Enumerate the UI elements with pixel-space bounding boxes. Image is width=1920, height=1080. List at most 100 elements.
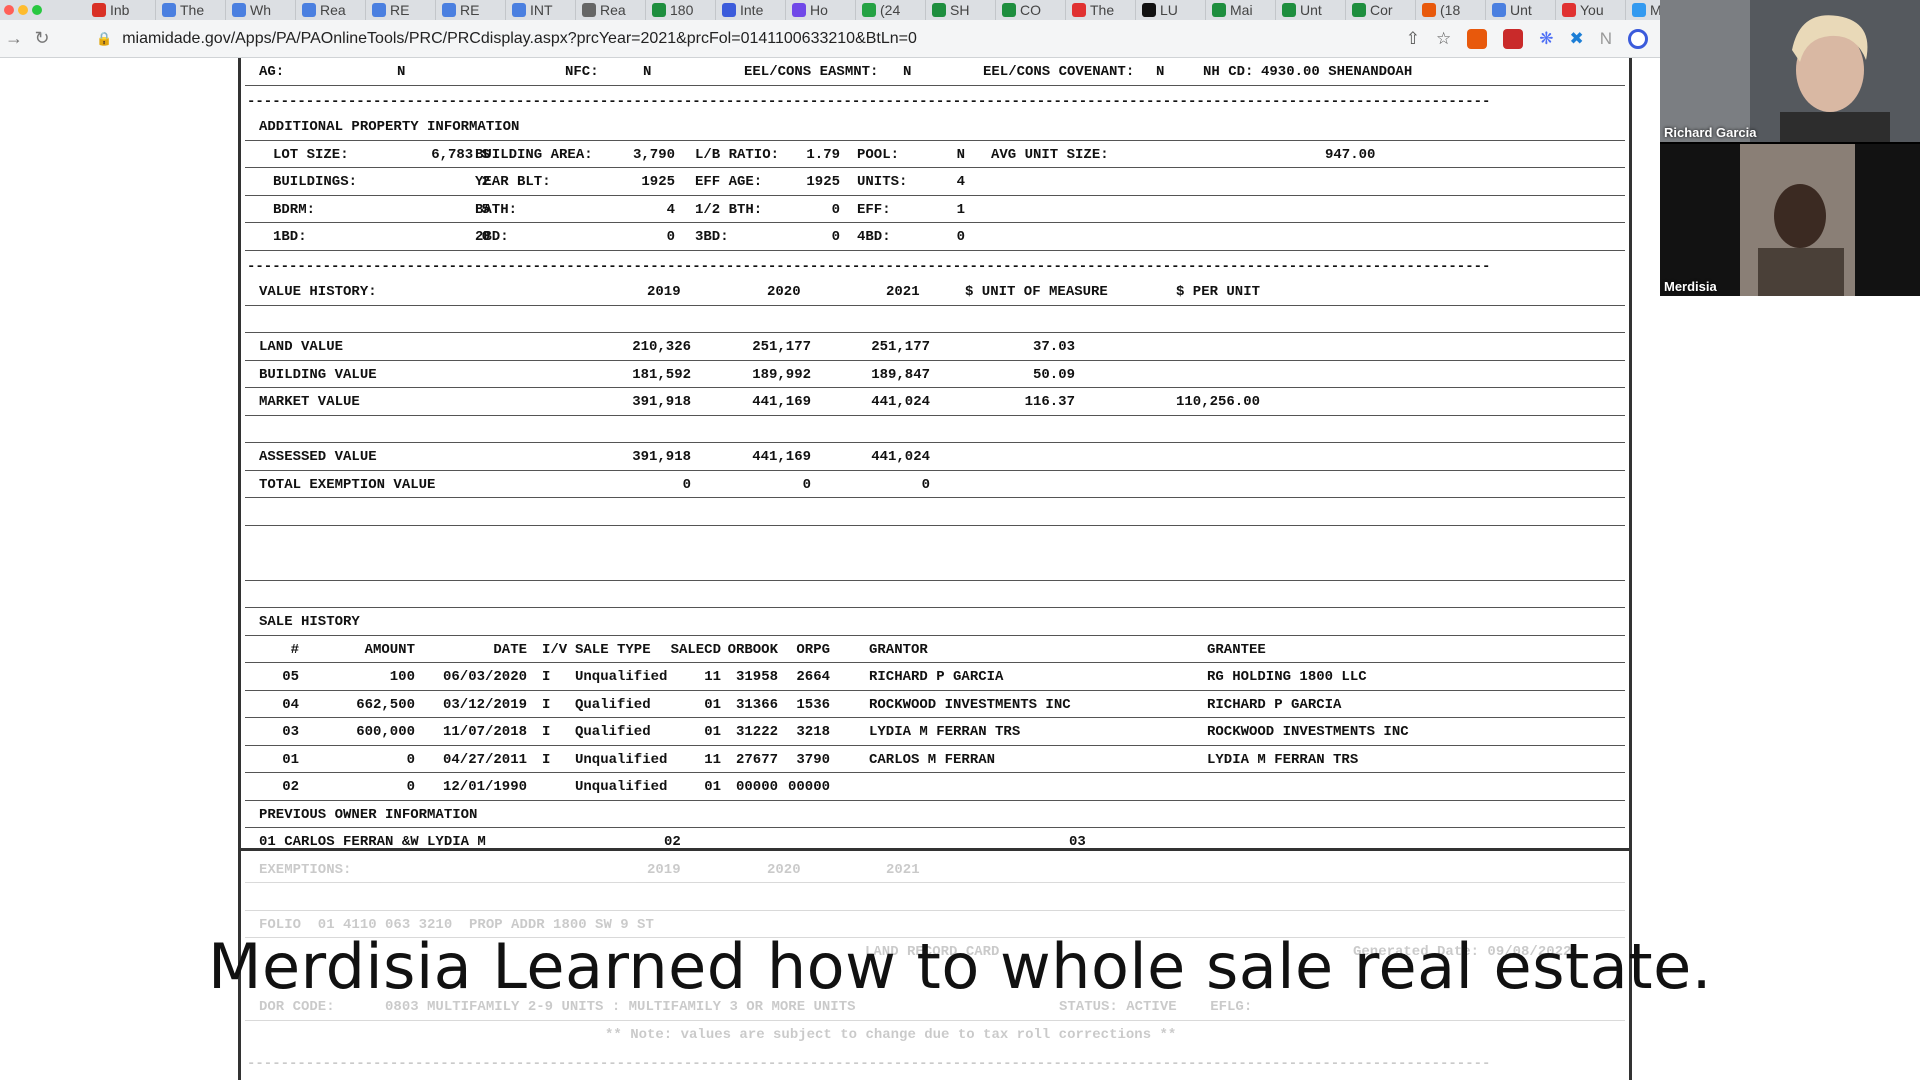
browser-tab[interactable]: Ho [786, 0, 856, 20]
field-value: 0 [831, 229, 840, 245]
tab-favicon-icon [302, 3, 316, 17]
blank-row [245, 883, 1625, 911]
browser-tab[interactable]: 180 [646, 0, 716, 20]
tab-label: The [1090, 2, 1115, 18]
value-amount: 251,177 [752, 339, 811, 355]
browser-tab[interactable]: CO [996, 0, 1066, 20]
section-border [241, 848, 1629, 851]
table-cell: 04/27/2011 [442, 751, 527, 768]
browser-tab[interactable]: You [1556, 0, 1626, 20]
minimize-window-button[interactable] [18, 5, 28, 15]
field-label: BUILDING AREA: [475, 146, 593, 163]
nh-cd-value: 4930.00 SHENANDOAH [1261, 64, 1413, 80]
browser-tab[interactable]: (24 [856, 0, 926, 20]
browser-tab[interactable]: Rea [576, 0, 646, 20]
nfc-label: NFC: [565, 64, 599, 80]
value-amount: 251,177 [871, 339, 930, 355]
table-cell: 04 [282, 696, 299, 713]
tab-label: Cor [1370, 2, 1393, 18]
participant-tile[interactable]: Richard Garcia [1660, 0, 1920, 142]
browser-tab[interactable]: Unt [1486, 0, 1556, 20]
field-value: 4 [666, 201, 675, 218]
tab-label: Ho [810, 2, 828, 18]
table-cell: CARLOS M FERRAN [869, 751, 996, 768]
value-amount: 441,024 [871, 449, 930, 465]
browser-tab[interactable]: Mai [1206, 0, 1276, 20]
lock-icon[interactable]: 🔒 [96, 31, 112, 47]
table-cell: 00000 [735, 779, 778, 795]
participant-name: Merdisia [1664, 279, 1717, 294]
tab-favicon-icon [1632, 3, 1646, 17]
value-amount: 0 [682, 476, 691, 493]
browser-tab[interactable]: RE [366, 0, 436, 20]
browser-tabs: Inb The Wh Rea RE RE INT Rea 180 Inte Ho (24 SH CO The… [86, 0, 1660, 20]
tab-label: Rea [320, 2, 346, 18]
browser-tab[interactable]: Inb [86, 0, 156, 20]
additional-info-row: BUILDINGS: 2 YEAR BLT: 1925 EFF AGE: 1925 UNIT… [245, 168, 1625, 196]
column-header: GRANTEE [1207, 641, 1266, 658]
browser-tab[interactable]: Wh [226, 0, 296, 20]
browser-tab[interactable]: RE [436, 0, 506, 20]
metamask-extension-icon[interactable] [1467, 29, 1488, 49]
tax-roll-note: ** Note: values are subject to change du… [605, 1026, 1177, 1043]
profile-extension-icon[interactable] [1628, 29, 1648, 49]
n-extension-icon[interactable]: N [1600, 29, 1612, 49]
participant-name: Richard Garcia [1664, 125, 1757, 140]
browser-tab[interactable]: (18 [1416, 0, 1486, 20]
table-cell: 31958 [735, 669, 778, 685]
tab-favicon-icon [162, 3, 176, 17]
close-window-button[interactable] [4, 5, 14, 15]
field-label: BUILDINGS: [273, 174, 358, 190]
tab-favicon-icon [512, 3, 526, 17]
forward-icon[interactable]: → [0, 28, 28, 49]
field-label: L/B RATIO: [695, 146, 780, 163]
table-cell: 11 [704, 669, 721, 685]
tab-favicon-icon [1422, 3, 1436, 17]
browser-tab[interactable]: INT [506, 0, 576, 20]
table-cell: 31366 [735, 696, 778, 713]
star-icon[interactable]: ☆ [1436, 29, 1451, 49]
eel-covenant-label: EEL/CONS COVENANT: [983, 64, 1135, 80]
table-cell: 3218 [796, 724, 830, 740]
table-cell: 01 [704, 779, 721, 795]
previous-owner-row: 01 CARLOS FERRAN &W LYDIA M 02 03 [245, 828, 1625, 856]
value-amount: 189,992 [752, 366, 811, 383]
field-label: 2BD: [475, 229, 509, 245]
tab-favicon-icon [862, 3, 876, 17]
participant-tile[interactable]: Merdisia [1660, 144, 1920, 296]
reload-icon[interactable]: ↻ [28, 28, 56, 49]
browser-tab[interactable]: SH [926, 0, 996, 20]
unit-of-measure-value: 50.09 [1032, 366, 1075, 383]
value-row: BUILDING VALUE 181,592 189,992 189,847 50.09 [245, 361, 1625, 388]
video-call-panel: Richard Garcia Merdisia [1660, 0, 1920, 296]
browser-tab[interactable]: LU [1136, 0, 1206, 20]
table-cell: 2664 [796, 669, 830, 685]
browser-tab[interactable]: Unt [1276, 0, 1346, 20]
maximize-window-button[interactable] [32, 5, 42, 15]
browser-tab[interactable]: Inte [716, 0, 786, 20]
column-header: AMOUNT [364, 641, 415, 658]
year-header: 2020 [767, 861, 801, 878]
browser-tab[interactable]: The [1066, 0, 1136, 20]
tab-label: 180 [670, 2, 694, 18]
browser-tab[interactable]: Cor [1346, 0, 1416, 20]
tab-label: RE [460, 2, 480, 18]
browser-tab[interactable]: Mo [1626, 0, 1660, 20]
tab-label: Wh [250, 2, 271, 18]
share-icon[interactable]: ⇧ [1406, 29, 1420, 49]
unit-of-measure-value: 116.37 [1024, 394, 1075, 410]
url-field[interactable]: miamidade.gov/Apps/PA/PAOnlineTools/PRC/… [122, 30, 917, 48]
table-cell: 0 [406, 779, 415, 795]
cross-extension-icon[interactable]: ✖ [1569, 29, 1583, 49]
sparkle-extension-icon[interactable]: ❋ [1539, 29, 1553, 49]
dash-line: ----------------------------------------… [247, 258, 1491, 275]
table-cell: RG HOLDING 1800 LLC [1207, 669, 1367, 685]
value-history-title: VALUE HISTORY: [259, 284, 377, 300]
browser-tab[interactable]: The [156, 0, 226, 20]
dash-line: ----------------------------------------… [247, 1056, 1491, 1072]
calendar-extension-icon[interactable] [1503, 29, 1524, 49]
tab-label: You [1580, 2, 1604, 18]
browser-tab[interactable]: Rea [296, 0, 366, 20]
table-cell: RICHARD P GARCIA [869, 669, 1004, 685]
table-cell: 100 [389, 669, 415, 685]
